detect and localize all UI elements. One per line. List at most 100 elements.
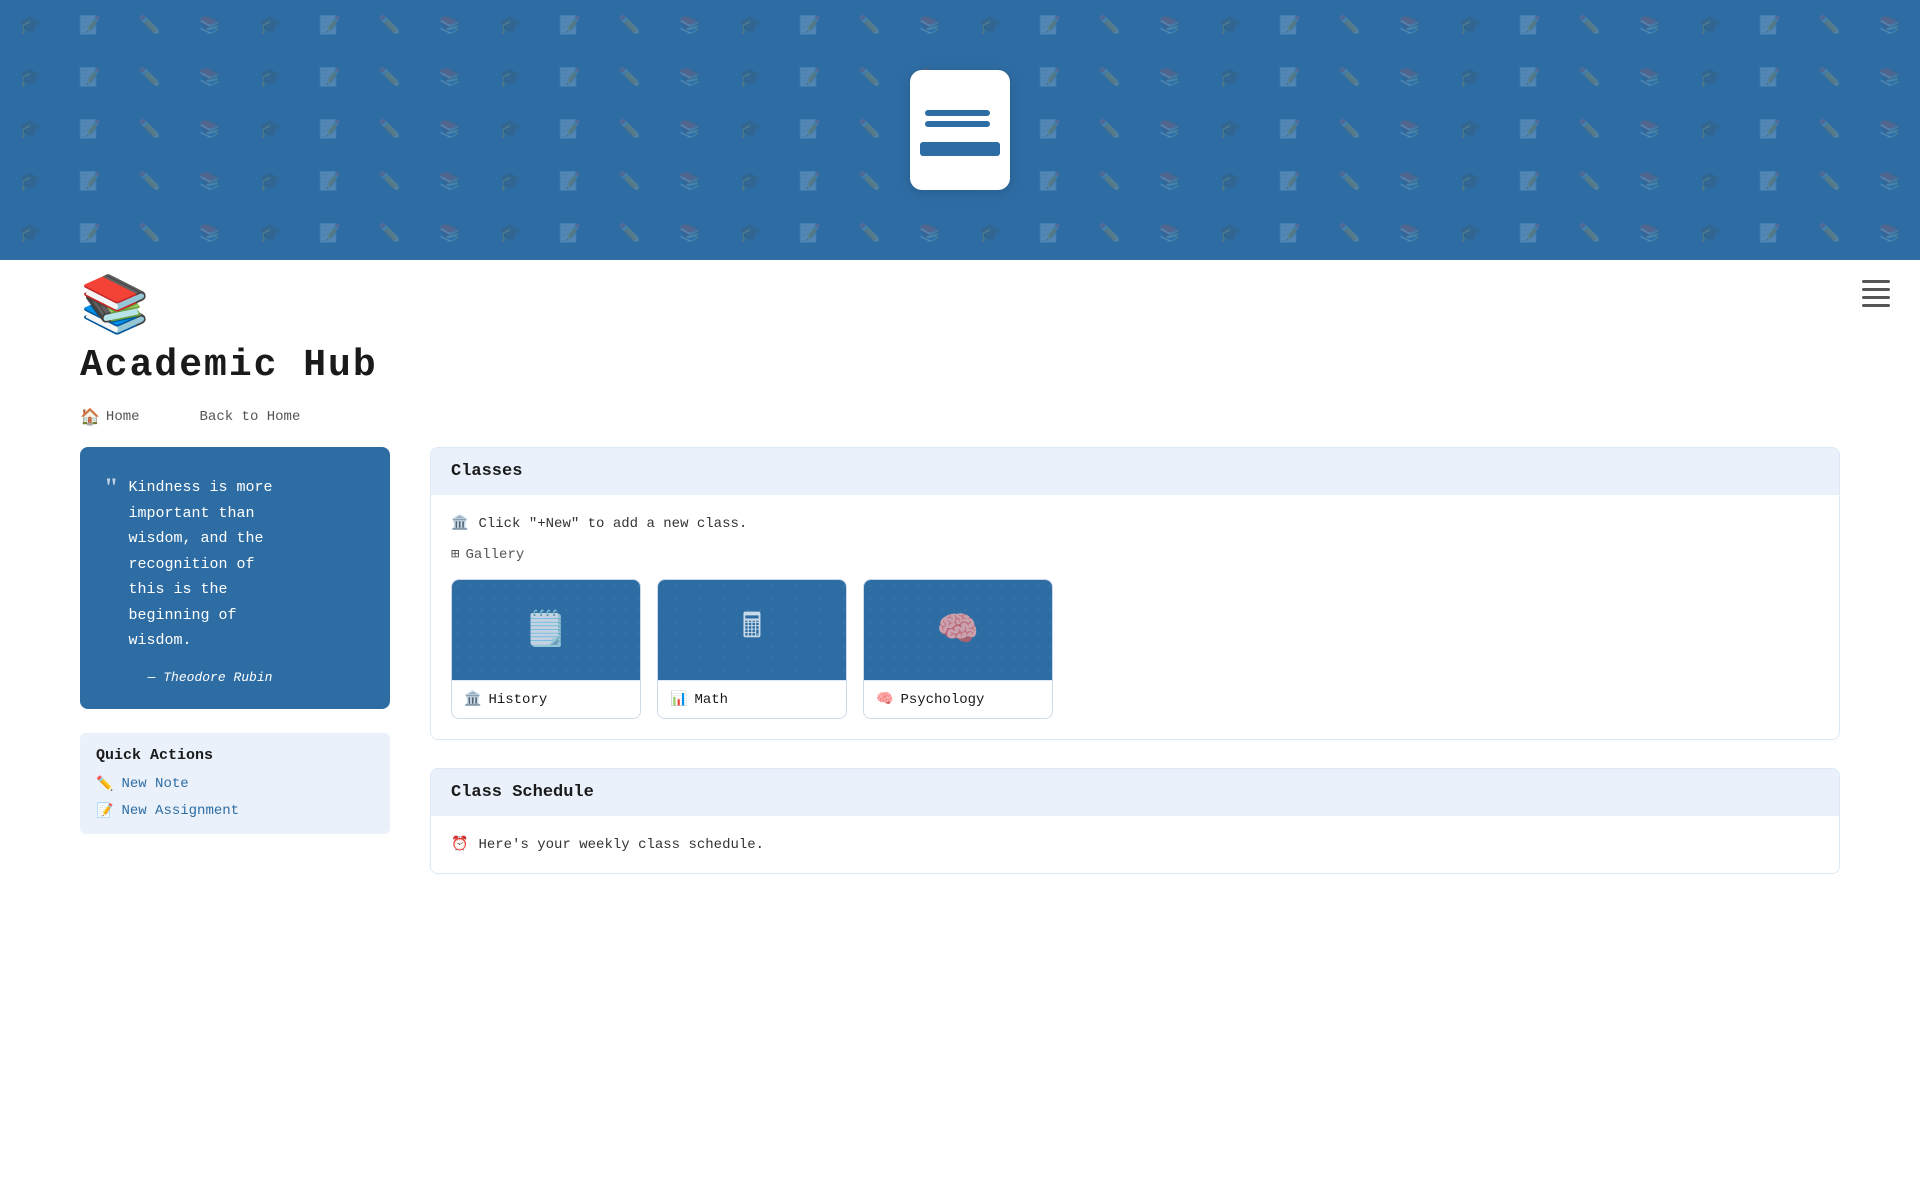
- pattern-cell: 📚: [660, 104, 720, 156]
- pattern-cell: 📝: [780, 52, 840, 104]
- pattern-cell: 📚: [1380, 208, 1440, 260]
- math-emoji: 📊: [670, 691, 687, 708]
- pattern-cell: 📝: [60, 104, 120, 156]
- pattern-cell: 📚: [1860, 104, 1920, 156]
- pattern-cell: 📚: [660, 156, 720, 208]
- schedule-info-row: ⏰ Here's your weekly class schedule.: [451, 836, 1819, 853]
- pattern-cell: 📝: [540, 104, 600, 156]
- psychology-card-icon: 🧠: [937, 609, 979, 651]
- pattern-cell: 📝: [300, 0, 360, 52]
- pattern-cell: 📝: [60, 208, 120, 260]
- pattern-cell: 📝: [540, 156, 600, 208]
- pattern-cell: 📝: [1740, 52, 1800, 104]
- pattern-cell: ✏️: [1080, 104, 1140, 156]
- psychology-label-text: Psychology: [900, 692, 984, 708]
- pattern-cell: ✏️: [360, 0, 420, 52]
- pattern-cell: 🎓: [0, 52, 60, 104]
- pattern-cell: 📝: [1260, 0, 1320, 52]
- pattern-cell: 📝: [60, 0, 120, 52]
- new-assignment-icon: 📝: [96, 803, 113, 820]
- pattern-cell: 📚: [420, 156, 480, 208]
- breadcrumb-back[interactable]: Back to Home: [200, 409, 301, 425]
- pattern-cell: 📝: [1740, 0, 1800, 52]
- pattern-cell: 📚: [1140, 52, 1200, 104]
- pattern-cell: 📝: [1260, 208, 1320, 260]
- pattern-cell: 🎓: [0, 0, 60, 52]
- pattern-cell: 📝: [1020, 0, 1080, 52]
- pattern-cell: 🎓: [240, 208, 300, 260]
- pattern-cell: 🎓: [1440, 104, 1500, 156]
- pattern-cell: 📝: [1020, 104, 1080, 156]
- pattern-cell: 🎓: [480, 208, 540, 260]
- pattern-cell: 📝: [300, 156, 360, 208]
- quote-icon: ": [104, 475, 118, 501]
- pattern-cell: ✏️: [120, 156, 180, 208]
- pattern-cell: ✏️: [360, 52, 420, 104]
- pattern-cell: 🎓: [480, 104, 540, 156]
- breadcrumb-home[interactable]: 🏠 Home: [80, 407, 140, 427]
- pattern-cell: ✏️: [1800, 156, 1860, 208]
- pattern-cell: 📝: [1020, 208, 1080, 260]
- class-card-psychology-thumb: 🧠: [864, 580, 1052, 680]
- pattern-cell: 🎓: [1440, 52, 1500, 104]
- pattern-cell: 🎓: [240, 156, 300, 208]
- alarm-icon: ⏰: [451, 836, 468, 853]
- pattern-cell: 📚: [1620, 156, 1680, 208]
- title-area: 📚 Academic Hub: [0, 260, 1920, 399]
- pattern-cell: 🎓: [1680, 208, 1740, 260]
- pattern-cell: 📝: [300, 52, 360, 104]
- logo-line: [925, 110, 990, 116]
- grid-icon: ⊞: [451, 546, 459, 563]
- pattern-cell: 📚: [1380, 104, 1440, 156]
- pattern-cell: 🎓: [240, 52, 300, 104]
- pattern-cell: 📝: [780, 104, 840, 156]
- new-assignment-label: New Assignment: [121, 803, 239, 819]
- class-card-history[interactable]: 🗒️ 🏛️ History: [451, 579, 641, 719]
- pattern-cell: ✏️: [120, 0, 180, 52]
- pattern-cell: 📝: [300, 104, 360, 156]
- pattern-cell: 🎓: [1680, 52, 1740, 104]
- pattern-cell: 📚: [1620, 52, 1680, 104]
- pattern-cell: 🎓: [960, 208, 1020, 260]
- pattern-cell: 📝: [1260, 104, 1320, 156]
- pattern-cell: 📚: [180, 208, 240, 260]
- pattern-cell: ✏️: [1560, 0, 1620, 52]
- pattern-cell: 🎓: [1200, 52, 1260, 104]
- pattern-cell: 🎓: [480, 156, 540, 208]
- quick-action-new-note[interactable]: ✏️ New Note: [96, 776, 374, 793]
- pattern-cell: 📚: [420, 52, 480, 104]
- class-cards-grid: 🗒️ 🏛️ History 🖩: [451, 579, 1819, 719]
- pattern-cell: 🎓: [1200, 156, 1260, 208]
- hamburger-menu[interactable]: [1862, 280, 1890, 307]
- pattern-cell: 📝: [540, 208, 600, 260]
- math-card-icon: 🖩: [742, 602, 762, 659]
- pattern-cell: ✏️: [1320, 0, 1380, 52]
- pattern-cell: ✏️: [120, 104, 180, 156]
- pattern-cell: 🎓: [720, 0, 780, 52]
- pattern-cell: 🎓: [1680, 0, 1740, 52]
- pattern-cell: 📝: [540, 0, 600, 52]
- schedule-section-header: Class Schedule: [431, 769, 1839, 816]
- pattern-cell: 🎓: [480, 52, 540, 104]
- quick-actions-title: Quick Actions: [96, 747, 374, 764]
- pattern-cell: 📚: [180, 156, 240, 208]
- pattern-cell: ✏️: [1800, 52, 1860, 104]
- class-card-math[interactable]: 🖩 📊 Math: [657, 579, 847, 719]
- pattern-cell: 📚: [180, 0, 240, 52]
- main-layout: " Kindness is moreimportant thanwisdom, …: [0, 447, 1920, 902]
- schedule-info-text: Here's your weekly class schedule.: [478, 837, 764, 853]
- pattern-cell: 📝: [60, 156, 120, 208]
- schedule-section: Class Schedule ⏰ Here's your weekly clas…: [430, 768, 1840, 874]
- new-note-label: New Note: [121, 776, 188, 792]
- pattern-cell: 🎓: [720, 104, 780, 156]
- gallery-row[interactable]: ⊞ Gallery: [451, 546, 1819, 563]
- pattern-cell: ✏️: [600, 0, 660, 52]
- pattern-cell: ✏️: [1320, 156, 1380, 208]
- pattern-cell: 🎓: [0, 104, 60, 156]
- pattern-cell: ✏️: [1560, 104, 1620, 156]
- class-card-psychology[interactable]: 🧠 🧠 Psychology: [863, 579, 1053, 719]
- quick-action-new-assignment[interactable]: 📝 New Assignment: [96, 803, 374, 820]
- pattern-cell: 📚: [1140, 0, 1200, 52]
- header-logo: [910, 70, 1010, 190]
- pattern-cell: ✏️: [1800, 104, 1860, 156]
